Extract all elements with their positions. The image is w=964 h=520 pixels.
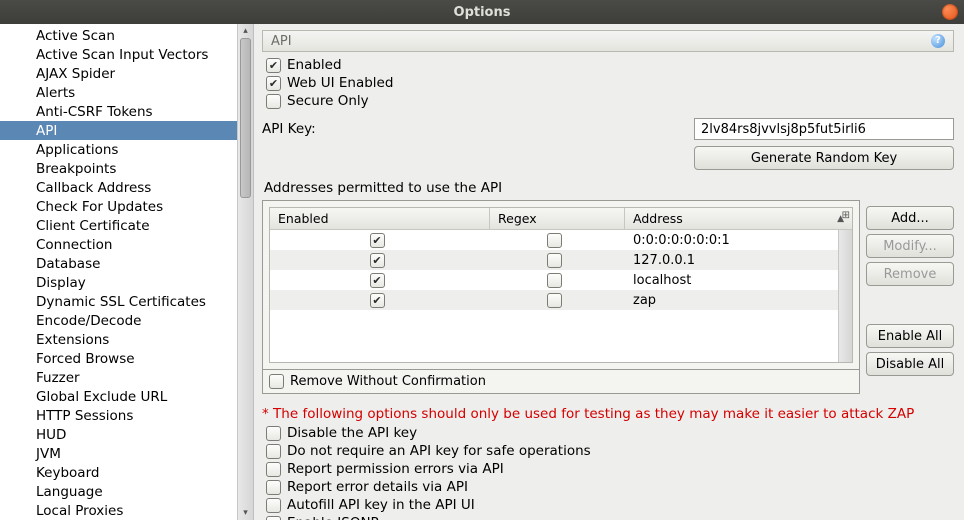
th-enabled[interactable]: Enabled bbox=[270, 208, 490, 229]
scroll-up-icon[interactable]: ▴ bbox=[238, 24, 253, 38]
sidebar-item-extensions[interactable]: Extensions bbox=[0, 330, 237, 349]
row-regex-checkbox[interactable] bbox=[547, 233, 562, 248]
label-secure-only: Secure Only bbox=[287, 93, 369, 109]
sidebar-item-keyboard[interactable]: Keyboard bbox=[0, 463, 237, 482]
checkbox-secure-only[interactable] bbox=[266, 94, 281, 109]
sidebar-item-fuzzer[interactable]: Fuzzer bbox=[0, 368, 237, 387]
sidebar-item-encode-decode[interactable]: Encode/Decode bbox=[0, 311, 237, 330]
row-enabled-checkbox[interactable] bbox=[370, 253, 385, 268]
column-config-icon[interactable]: ⊞ bbox=[842, 210, 850, 221]
close-icon[interactable] bbox=[942, 4, 958, 20]
sidebar-item-global-exclude-url[interactable]: Global Exclude URL bbox=[0, 387, 237, 406]
checkbox-disable-the-api-key[interactable] bbox=[266, 426, 281, 441]
scrollbar-thumb[interactable] bbox=[240, 38, 251, 198]
scroll-down-icon[interactable]: ▾ bbox=[238, 506, 253, 520]
row-enabled-checkbox[interactable] bbox=[370, 293, 385, 308]
row-regex-checkbox[interactable] bbox=[547, 273, 562, 288]
row-enabled-checkbox[interactable] bbox=[370, 273, 385, 288]
label-do-not-require-an-api-key-for-safe-operations: Do not require an API key for safe opera… bbox=[287, 443, 591, 459]
window-title: Options bbox=[454, 5, 511, 20]
titlebar: Options bbox=[0, 0, 964, 24]
row-regex-checkbox[interactable] bbox=[547, 253, 562, 268]
label-enabled: Enabled bbox=[287, 57, 342, 73]
checkbox-remove-without-confirmation[interactable] bbox=[269, 374, 284, 389]
sidebar-item-display[interactable]: Display bbox=[0, 273, 237, 292]
sidebar-item-client-certificate[interactable]: Client Certificate bbox=[0, 216, 237, 235]
sidebar-item-callback-address[interactable]: Callback Address bbox=[0, 178, 237, 197]
sidebar-item-check-for-updates[interactable]: Check For Updates bbox=[0, 197, 237, 216]
sidebar-item-breakpoints[interactable]: Breakpoints bbox=[0, 159, 237, 178]
label-autofill-api-key-in-the-api-ui: Autofill API key in the API UI bbox=[287, 497, 475, 513]
modify-button[interactable]: Modify... bbox=[866, 234, 954, 258]
addresses-label: Addresses permitted to use the API bbox=[262, 180, 954, 196]
label-web-ui-enabled: Web UI Enabled bbox=[287, 75, 393, 91]
sidebar-item-anti-csrf-tokens[interactable]: Anti-CSRF Tokens bbox=[0, 102, 237, 121]
table-row[interactable]: 0:0:0:0:0:0:0:1 bbox=[270, 230, 852, 250]
sidebar-item-local-proxies[interactable]: Local Proxies bbox=[0, 501, 237, 520]
warning-text: * The following options should only be u… bbox=[262, 406, 954, 422]
sidebar: Active ScanActive Scan Input VectorsAJAX… bbox=[0, 24, 254, 520]
checkbox-enable-jsonp[interactable] bbox=[266, 516, 281, 520]
disable-all-button[interactable]: Disable All bbox=[866, 352, 954, 376]
table-row[interactable]: zap bbox=[270, 290, 852, 310]
checkbox-enabled[interactable] bbox=[266, 58, 281, 73]
label-disable-the-api-key: Disable the API key bbox=[287, 425, 417, 441]
sidebar-item-dynamic-ssl-certificates[interactable]: Dynamic SSL Certificates bbox=[0, 292, 237, 311]
table-row[interactable]: localhost bbox=[270, 270, 852, 290]
panel-title: API bbox=[271, 34, 292, 49]
sidebar-item-language[interactable]: Language bbox=[0, 482, 237, 501]
checkbox-report-error-details-via-api[interactable] bbox=[266, 480, 281, 495]
panel-header: API ? bbox=[262, 30, 954, 52]
sidebar-item-api[interactable]: API bbox=[0, 121, 237, 140]
help-icon[interactable]: ? bbox=[931, 34, 945, 48]
sidebar-item-ajax-spider[interactable]: AJAX Spider bbox=[0, 64, 237, 83]
sidebar-item-connection[interactable]: Connection bbox=[0, 235, 237, 254]
sidebar-item-http-sessions[interactable]: HTTP Sessions bbox=[0, 406, 237, 425]
sidebar-item-active-scan[interactable]: Active Scan bbox=[0, 26, 237, 45]
th-regex[interactable]: Regex bbox=[490, 208, 625, 229]
checkbox-report-permission-errors-via-api[interactable] bbox=[266, 462, 281, 477]
row-regex-checkbox[interactable] bbox=[547, 293, 562, 308]
sidebar-item-database[interactable]: Database bbox=[0, 254, 237, 273]
sidebar-item-jvm[interactable]: JVM bbox=[0, 444, 237, 463]
generate-random-key-button[interactable]: Generate Random Key bbox=[694, 146, 954, 170]
sidebar-scrollbar[interactable]: ▴ ▾ bbox=[237, 24, 253, 520]
label-report-permission-errors-via-api: Report permission errors via API bbox=[287, 461, 504, 477]
label-enable-jsonp: Enable JSONP bbox=[287, 515, 379, 520]
api-key-label: API Key: bbox=[262, 121, 316, 137]
sidebar-item-alerts[interactable]: Alerts bbox=[0, 83, 237, 102]
remove-button[interactable]: Remove bbox=[866, 262, 954, 286]
label-remove-without-confirmation: Remove Without Confirmation bbox=[290, 374, 486, 389]
table-scrollbar[interactable] bbox=[838, 230, 852, 362]
sidebar-item-hud[interactable]: HUD bbox=[0, 425, 237, 444]
sidebar-item-forced-browse[interactable]: Forced Browse bbox=[0, 349, 237, 368]
enable-all-button[interactable]: Enable All bbox=[866, 324, 954, 348]
row-address: localhost bbox=[625, 273, 852, 288]
label-report-error-details-via-api: Report error details via API bbox=[287, 479, 468, 495]
checkbox-web-ui-enabled[interactable] bbox=[266, 76, 281, 91]
sidebar-item-applications[interactable]: Applications bbox=[0, 140, 237, 159]
row-address: zap bbox=[625, 293, 852, 308]
table-row[interactable]: 127.0.0.1 bbox=[270, 250, 852, 270]
add-button[interactable]: Add... bbox=[866, 206, 954, 230]
row-address: 0:0:0:0:0:0:0:1 bbox=[625, 233, 852, 248]
th-address[interactable]: Address ▲ ⊞ bbox=[625, 208, 852, 229]
checkbox-do-not-require-an-api-key-for-safe-operations[interactable] bbox=[266, 444, 281, 459]
addresses-table: Enabled Regex Address ▲ ⊞ 0:0:0:0:0:0:0:… bbox=[269, 207, 853, 363]
sidebar-item-active-scan-input-vectors[interactable]: Active Scan Input Vectors bbox=[0, 45, 237, 64]
row-address: 127.0.0.1 bbox=[625, 253, 852, 268]
api-key-input[interactable] bbox=[694, 118, 954, 140]
row-enabled-checkbox[interactable] bbox=[370, 233, 385, 248]
checkbox-autofill-api-key-in-the-api-ui[interactable] bbox=[266, 498, 281, 513]
